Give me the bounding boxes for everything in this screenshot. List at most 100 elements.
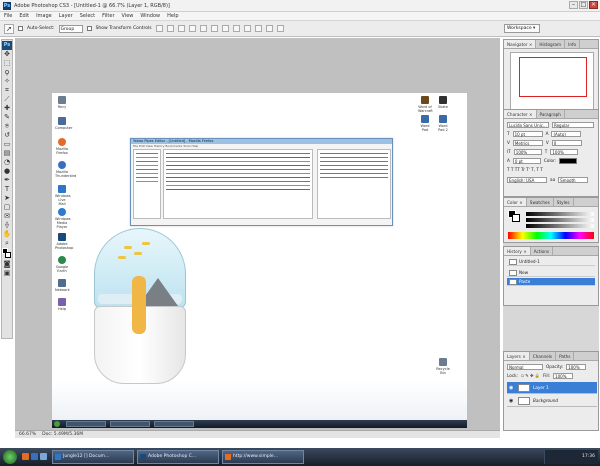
slice-tool-icon[interactable]: ⟋ (2, 95, 12, 104)
baseline-field[interactable]: 0 pt (512, 157, 541, 164)
gradient-tool-icon[interactable]: ▤ (2, 149, 12, 158)
tab-layers[interactable]: Layers × (504, 352, 530, 360)
menu-image[interactable]: Image (36, 13, 52, 19)
quick-mask-icon[interactable]: ◙ (2, 260, 12, 269)
red-slider[interactable] (526, 212, 594, 216)
history-snapshot[interactable]: Untitled-1 (507, 258, 595, 266)
show-desktop-icon[interactable] (31, 453, 38, 460)
distribute-top-icon[interactable] (221, 25, 229, 32)
taskbar-button[interactable]: http://www.simple... (222, 450, 304, 464)
menu-view[interactable]: View (122, 13, 134, 19)
minimize-button[interactable]: – (569, 1, 578, 9)
auto-select-checkbox[interactable] (18, 26, 23, 31)
tab-color[interactable]: Color × (504, 198, 527, 206)
brush-tool-icon[interactable]: ✎ (2, 113, 12, 122)
lasso-tool-icon[interactable]: ϙ (2, 68, 12, 77)
distribute-bottom-icon[interactable] (243, 25, 251, 32)
anti-alias-dropdown[interactable]: Smooth (558, 176, 589, 183)
align-middle-icon[interactable] (166, 25, 174, 32)
horizontal-scale-field[interactable]: 100% (550, 148, 579, 155)
menu-filter[interactable]: Filter (102, 13, 114, 19)
font-family-dropdown[interactable]: Lucida Sans Unic... (507, 121, 549, 128)
tab-paths[interactable]: Paths (556, 352, 575, 360)
start-button[interactable] (3, 450, 17, 464)
firefox-quicklaunch-icon[interactable] (22, 453, 29, 460)
layer-row[interactable]: ◉ Background (507, 395, 597, 407)
move-tool-icon[interactable]: ➚ (4, 23, 14, 34)
clone-stamp-tool-icon[interactable]: ⍟ (2, 122, 12, 131)
align-center-icon[interactable] (199, 25, 207, 32)
tab-info[interactable]: Info (565, 40, 581, 48)
fill-field[interactable]: 100% (553, 372, 574, 379)
background-swatch[interactable] (512, 214, 520, 222)
dodge-tool-icon[interactable]: ● (2, 167, 12, 176)
distribute-left-icon[interactable] (254, 25, 262, 32)
kerning-field[interactable]: Metrics (512, 139, 543, 146)
leading-field[interactable]: (Auto) (551, 130, 582, 137)
maximize-button[interactable]: □ (579, 1, 588, 9)
zoom-tool-icon[interactable]: ⌕ (2, 239, 12, 248)
document-canvas[interactable]: Recy Computer Mozilla Firefox Mozilla Th… (52, 93, 467, 428)
green-slider[interactable] (526, 218, 594, 222)
healing-brush-tool-icon[interactable]: ✚ (2, 104, 12, 113)
font-style-dropdown[interactable]: Regular (552, 121, 594, 128)
tab-styles[interactable]: Styles (554, 198, 574, 206)
navigator-view-box[interactable] (519, 57, 587, 97)
tab-history[interactable]: History × (504, 247, 531, 255)
tab-actions[interactable]: Actions (531, 247, 554, 255)
menu-layer[interactable]: Layer (59, 13, 73, 19)
taskbar-button[interactable]: Adobe Photoshop C... (137, 450, 219, 464)
tab-histogram[interactable]: Histogram (536, 40, 566, 48)
clock[interactable]: 17:36 (582, 454, 595, 459)
eyedropper-tool-icon[interactable]: ⟠ (2, 221, 12, 230)
tab-swatches[interactable]: Swatches (527, 198, 554, 206)
tracking-field[interactable]: 0 (551, 139, 582, 146)
align-bottom-icon[interactable] (177, 25, 185, 32)
eraser-tool-icon[interactable]: ▭ (2, 140, 12, 149)
distribute-middle-icon[interactable] (232, 25, 240, 32)
font-size-field[interactable]: 10 pt (512, 130, 543, 137)
color-swatches[interactable] (2, 248, 12, 260)
workspace-dropdown[interactable]: Workspace ▾ (504, 24, 540, 33)
text-style-buttons[interactable]: T T TT Tr T' T, T T (507, 166, 543, 173)
blue-slider[interactable] (526, 224, 594, 228)
menu-file[interactable]: File (4, 13, 12, 19)
switch-windows-icon[interactable] (40, 453, 47, 460)
hand-tool-icon[interactable]: ✋ (2, 230, 12, 239)
history-brush-tool-icon[interactable]: ↺ (2, 131, 12, 140)
notes-tool-icon[interactable]: ✉ (2, 212, 12, 221)
close-button[interactable]: × (589, 1, 598, 9)
opacity-field[interactable]: 100% (566, 363, 587, 370)
align-top-icon[interactable] (155, 25, 163, 32)
screen-mode-icon[interactable]: ▣ (2, 269, 12, 278)
type-tool-icon[interactable]: T (2, 185, 12, 194)
crop-tool-icon[interactable]: ⌗ (2, 86, 12, 95)
menu-select[interactable]: Select (80, 13, 95, 19)
move-tool-icon[interactable]: ✥ (2, 50, 12, 59)
path-selection-tool-icon[interactable]: ➤ (2, 194, 12, 203)
menu-edit[interactable]: Edit (19, 13, 29, 19)
distribute-center-icon[interactable] (265, 25, 273, 32)
tab-channels[interactable]: Channels (530, 352, 557, 360)
taskbar-button[interactable]: Jungle12 [] Docum... (52, 450, 134, 464)
distribute-right-icon[interactable] (276, 25, 284, 32)
auto-select-dropdown[interactable]: Group (58, 24, 83, 33)
status-zoom[interactable]: 66.67% (19, 432, 36, 437)
align-right-icon[interactable] (210, 25, 218, 32)
eye-icon[interactable]: ◉ (509, 385, 515, 391)
layer-row[interactable]: ◉ Layer 1 (507, 382, 597, 394)
lock-icons[interactable]: ▫ ✎ ✥ 🔒 (521, 372, 540, 379)
history-state[interactable]: Paste (507, 278, 595, 286)
menu-window[interactable]: Window (140, 13, 160, 19)
language-dropdown[interactable]: English: USA (507, 176, 547, 183)
eye-icon[interactable]: ◉ (509, 398, 515, 404)
align-left-icon[interactable] (188, 25, 196, 32)
background-color[interactable] (5, 252, 11, 258)
shape-tool-icon[interactable]: ▢ (2, 203, 12, 212)
blend-mode-dropdown[interactable]: Normal (507, 363, 543, 370)
text-color-swatch[interactable] (559, 157, 578, 164)
blur-tool-icon[interactable]: ◔ (2, 158, 12, 167)
tab-paragraph[interactable]: Paragraph (537, 110, 565, 118)
transform-controls-checkbox[interactable] (86, 26, 92, 31)
tab-navigator[interactable]: Navigator × (504, 40, 537, 48)
